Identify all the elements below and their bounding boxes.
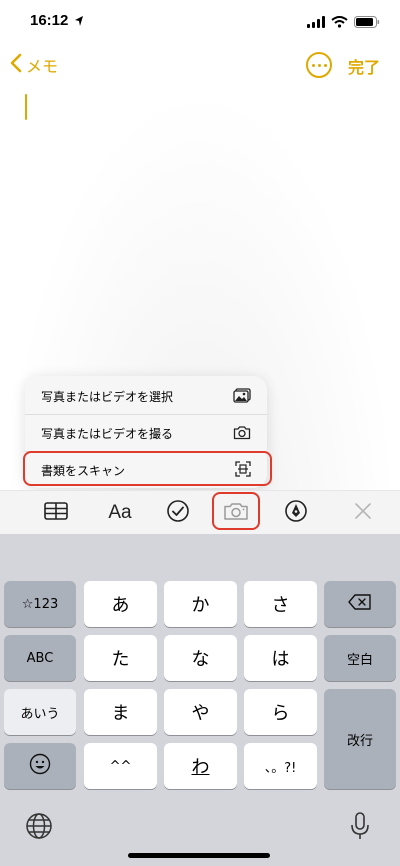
location-arrow-icon: [74, 12, 84, 31]
key-kana-mode[interactable]: あいう: [4, 689, 76, 735]
more-dot: [323, 63, 327, 67]
battery-icon: [354, 13, 380, 32]
globe-icon[interactable]: [25, 812, 53, 844]
table-button[interactable]: [38, 491, 74, 535]
key-sa[interactable]: さ: [244, 581, 317, 627]
scan-highlight-outline: [23, 451, 272, 486]
key-punctuation[interactable]: 、。?!: [244, 743, 317, 789]
key-abc[interactable]: ABC: [4, 635, 76, 681]
key-numbers-symbols[interactable]: ☆123: [4, 581, 76, 627]
photo-library-icon: [233, 387, 251, 406]
camera-icon: [233, 425, 251, 443]
home-indicator[interactable]: [128, 853, 270, 858]
key-ma[interactable]: ま: [84, 689, 157, 735]
key-emoji[interactable]: [4, 743, 76, 789]
done-button[interactable]: 完了: [348, 54, 380, 78]
cellular-signal-icon: [307, 13, 325, 32]
chevron-left-icon: [10, 53, 22, 77]
menu-item-label: 写真またはビデオを選択: [41, 390, 174, 404]
delete-backspace-icon: [348, 594, 372, 614]
key-kaomoji[interactable]: ^^: [84, 743, 157, 789]
checklist-button[interactable]: [160, 491, 196, 535]
key-a[interactable]: あ: [84, 581, 157, 627]
microphone-icon[interactable]: [350, 811, 370, 845]
menu-item-label: 写真またはビデオを撮る: [41, 427, 174, 441]
more-options-button[interactable]: [306, 52, 332, 78]
checkmark-circle-icon: [166, 499, 190, 527]
camera-highlight-outline: [212, 492, 260, 530]
key-na[interactable]: な: [164, 635, 237, 681]
key-ha[interactable]: は: [244, 635, 317, 681]
back-button[interactable]: メモ: [10, 53, 58, 77]
back-button-label: メモ: [26, 57, 59, 76]
key-delete[interactable]: [324, 581, 396, 627]
formatting-toolbar: Aa: [0, 490, 400, 534]
key-ta[interactable]: た: [84, 635, 157, 681]
markup-button[interactable]: [278, 491, 314, 535]
more-dot: [317, 63, 321, 67]
close-icon: [354, 502, 372, 524]
text-cursor: [25, 94, 27, 120]
status-time: 16:12: [30, 12, 69, 29]
text-format-button[interactable]: Aa: [100, 491, 140, 535]
table-icon: [44, 502, 68, 524]
status-indicators: [307, 13, 380, 32]
pen-tip-circle-icon: [284, 499, 308, 527]
navigation-bar: メモ 完了: [0, 44, 400, 88]
japanese-kana-keyboard: ☆123 あ か さ ABC た な は 空白 あいう ま や ら 改行 ^^: [0, 534, 400, 866]
emoji-face-icon: [29, 753, 51, 779]
key-wa[interactable]: わ: [164, 743, 237, 789]
key-wa-label: わ: [191, 757, 210, 778]
close-toolbar-button[interactable]: [348, 491, 378, 535]
wifi-icon: [331, 13, 348, 32]
menu-item-choose-photo[interactable]: 写真またはビデオを選択: [25, 378, 267, 415]
key-ra[interactable]: ら: [244, 689, 317, 735]
status-bar: 16:12: [0, 0, 400, 44]
key-return[interactable]: 改行: [324, 689, 396, 789]
menu-item-take-photo[interactable]: 写真またはビデオを撮る: [25, 415, 267, 452]
key-ka[interactable]: か: [164, 581, 237, 627]
key-space[interactable]: 空白: [324, 635, 396, 681]
more-dot: [311, 63, 315, 67]
key-ya[interactable]: や: [164, 689, 237, 735]
